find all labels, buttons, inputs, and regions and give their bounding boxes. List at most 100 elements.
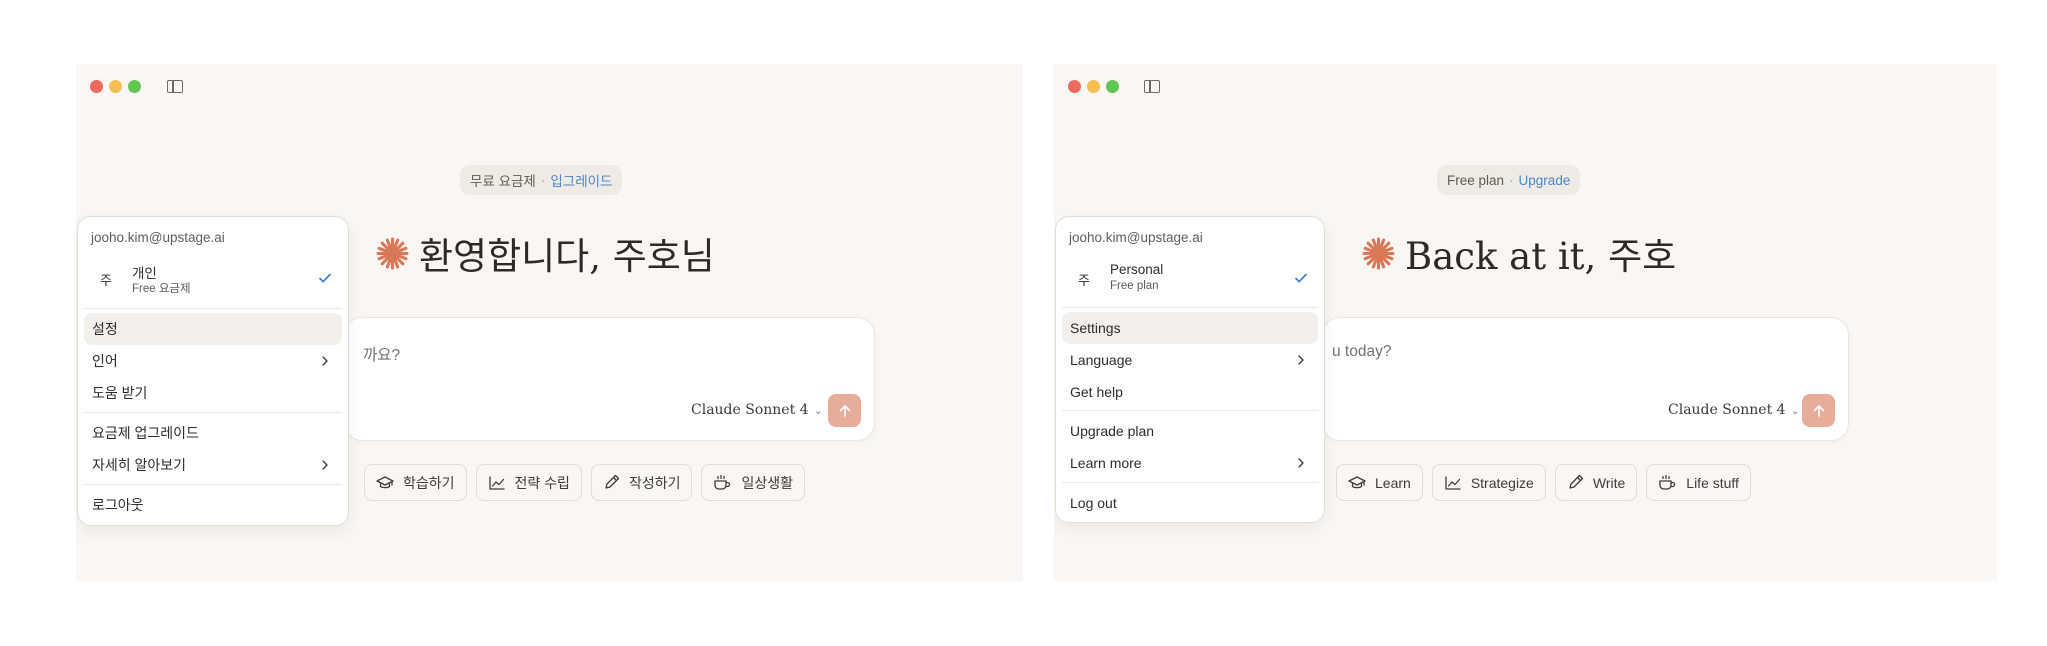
plan-separator: · [540, 172, 546, 188]
chip-strategize[interactable]: 전략 수립 [475, 464, 582, 501]
chevron-down-icon: ⌄ [813, 403, 823, 417]
menu-divider [1062, 307, 1318, 308]
model-name: Claude Sonnet 4 [1668, 402, 1786, 418]
message-composer[interactable]: u today? Claude Sonnet 4 ⌄ [1322, 317, 1849, 441]
minimize-window-button[interactable] [1087, 80, 1100, 93]
chip-label: 전략 수립 [514, 474, 570, 491]
claude-logo-icon [1362, 237, 1395, 269]
plan-separator: · [1509, 172, 1514, 188]
chip-learn[interactable]: Learn [1336, 464, 1423, 501]
maximize-window-button[interactable] [128, 80, 141, 93]
menu-item-label: Log out [1070, 495, 1117, 511]
check-icon [319, 273, 331, 283]
graduation-cap-icon [1348, 475, 1366, 488]
menu-item-label: 설정 [92, 321, 118, 337]
chip-label: Learn [1375, 474, 1411, 491]
model-name: Claude Sonnet 4 [691, 402, 809, 418]
coffee-cup-icon [1659, 474, 1676, 490]
chevron-right-icon [322, 460, 328, 470]
chip-write[interactable]: Write [1554, 464, 1638, 501]
menu-item-label: 자세히 알아보기 [92, 457, 187, 473]
plan-badge[interactable]: 무료 요금제 · 입그레이드 [460, 165, 623, 195]
plan-badge[interactable]: Free plan · Upgrade [1437, 165, 1581, 195]
chip-learn[interactable]: 학습하기 [364, 464, 467, 501]
avatar: 주 [1078, 272, 1090, 288]
composer-placeholder: u today? [1332, 343, 1392, 360]
greeting-text: Back at it, 주호 [1405, 235, 1677, 278]
pencil-icon [605, 474, 620, 489]
arrow-up-icon [1813, 404, 1824, 417]
pencil-icon [1569, 474, 1584, 489]
menu-item-help[interactable]: Get help [1062, 376, 1318, 408]
chip-write[interactable]: 작성하기 [590, 464, 693, 501]
model-selector[interactable]: Claude Sonnet 4 ⌄ [1668, 402, 1800, 418]
menu-item-language[interactable]: Language [1062, 344, 1318, 376]
model-selector[interactable]: Claude Sonnet 4 ⌄ [691, 402, 823, 418]
greeting: 환영합니다, 주호님 [376, 226, 715, 280]
chevron-down-icon: ⌄ [1790, 403, 1800, 417]
greeting: Back at it, 주호 [1362, 226, 1676, 280]
menu-item-logout[interactable]: Log out [1062, 487, 1318, 519]
chip-strategize[interactable]: Strategize [1431, 464, 1546, 501]
menu-item-settings[interactable]: Settings [1062, 312, 1318, 344]
account-switcher-item[interactable]: 주 Personal Free plan [1069, 261, 1311, 297]
avatar: 주 [100, 272, 112, 288]
chip-life-stuff[interactable]: Life stuff [1646, 464, 1751, 501]
plan-label: Free plan [1447, 172, 1505, 188]
menu-item-settings[interactable]: 설정 [84, 313, 342, 345]
prompt-chips: 학습하기 전략 수립 작성하기 일상생활 [364, 464, 806, 501]
send-button[interactable] [828, 394, 861, 427]
menu-item-help[interactable]: 도움 받기 [84, 377, 342, 409]
close-window-button[interactable] [90, 80, 103, 93]
minimize-window-button[interactable] [109, 80, 122, 93]
chip-label: Life stuff [1686, 474, 1739, 491]
menu-item-learn-more[interactable]: Learn more [1062, 447, 1318, 479]
chip-label: 학습하기 [403, 474, 455, 491]
sidebar-toggle-icon[interactable] [1144, 80, 1160, 93]
menu-divider [1062, 482, 1318, 483]
claude-logo-icon [376, 237, 409, 269]
chip-life-stuff[interactable]: 일상생활 [701, 464, 806, 501]
account-plan: Free plan [1110, 280, 1159, 292]
composer-placeholder: 까요? [363, 347, 401, 364]
menu-item-language[interactable]: 인어 [84, 345, 342, 377]
upgrade-link[interactable]: 입그레이드 [550, 170, 612, 190]
menu-divider [84, 308, 342, 309]
chevron-right-icon [322, 356, 328, 366]
menu-divider [84, 412, 342, 413]
chip-label: 작성하기 [628, 474, 681, 491]
menu-item-label: Get help [1070, 384, 1123, 400]
menu-item-label: Language [1070, 352, 1133, 368]
menu-item-upgrade-plan[interactable]: Upgrade plan [1062, 415, 1318, 447]
app-window-english: Free plan · Upgrade Back at it, 주호 u tod… [1054, 64, 1997, 581]
app-window-korean: 무료 요금제 · 입그레이드 환영합니다, 주호님 까요? Claude Son… [76, 64, 1023, 581]
menu-item-label: Settings [1070, 320, 1121, 336]
account-switcher-item[interactable]: 주 개인 Free 요금제 [91, 261, 335, 297]
menu-item-upgrade-plan[interactable]: 요금제 업그레이드 [84, 417, 342, 449]
chip-label: 일상생활 [741, 474, 794, 491]
menu-item-learn-more[interactable]: 자세히 알아보기 [84, 449, 342, 481]
graduation-cap-icon [376, 475, 394, 488]
close-window-button[interactable] [1068, 80, 1081, 93]
account-email: jooho.kim@upstage.ai [1069, 230, 1203, 245]
chevron-right-icon [1298, 355, 1304, 365]
menu-item-label: 요금제 업그레이드 [92, 425, 199, 441]
upgrade-link[interactable]: Upgrade [1519, 173, 1571, 188]
chart-line-icon [488, 475, 505, 490]
sidebar-toggle-icon[interactable] [167, 80, 183, 93]
menu-divider [84, 484, 342, 485]
menu-item-label: 도움 받기 [92, 385, 148, 401]
chip-label: Strategize [1470, 474, 1534, 491]
chart-line-icon [1445, 475, 1461, 490]
menu-item-label: Upgrade plan [1070, 423, 1155, 439]
message-composer[interactable]: 까요? Claude Sonnet 4 ⌄ [344, 317, 875, 441]
send-button[interactable] [1802, 394, 1835, 427]
plan-label: 무료 요금제 [470, 174, 536, 189]
chip-label: Write [1592, 474, 1626, 491]
menu-item-logout[interactable]: 로그아웃 [84, 489, 342, 521]
greeting-text: 환영합니다, 주호님 [419, 235, 715, 278]
maximize-window-button[interactable] [1106, 80, 1119, 93]
arrow-up-icon [839, 404, 850, 417]
account-name: Personal [1110, 262, 1164, 277]
account-menu: jooho.kim@upstage.ai 주 개인 Free 요금제 설정 인어… [77, 216, 349, 526]
